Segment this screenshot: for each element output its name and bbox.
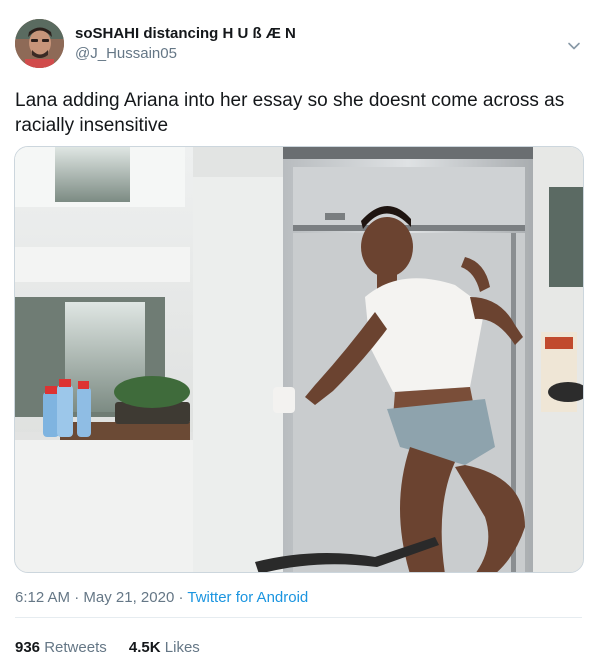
chevron-down-icon[interactable] <box>566 38 582 54</box>
likes-label: Likes <box>164 639 200 656</box>
likes-stat[interactable]: 4.5K Likes <box>129 638 200 658</box>
media-image <box>15 147 583 572</box>
tweet-date[interactable]: May 21, 2020 <box>83 589 174 606</box>
author-display-name[interactable]: soSHAHI distancing H U ß Æ N <box>75 24 296 44</box>
avatar-image <box>15 19 64 68</box>
avatar[interactable] <box>15 19 64 68</box>
author-handle[interactable]: @J_Hussain05 <box>75 44 296 64</box>
retweets-label: Retweets <box>44 639 107 656</box>
tweet-meta: 6:12 AM · May 21, 2020 · Twitter for And… <box>15 588 308 608</box>
retweets-stat[interactable]: 936 Retweets <box>15 638 107 658</box>
meta-separator: · <box>74 589 80 606</box>
tweet-stats: 936 Retweets 4.5K Likes <box>15 638 218 658</box>
retweets-count: 936 <box>15 639 41 656</box>
meta-separator: · <box>178 589 184 606</box>
tweet-text: Lana adding Ariana into her essay so she… <box>15 90 565 136</box>
tweet-source-link[interactable]: Twitter for Android <box>187 589 308 606</box>
tweet-card: soSHAHI distancing H U ß Æ N @J_Hussain0… <box>0 0 597 669</box>
divider <box>15 617 582 618</box>
author-names: soSHAHI distancing H U ß Æ N @J_Hussain0… <box>75 24 296 64</box>
tweet-header: soSHAHI distancing H U ß Æ N @J_Hussain0… <box>15 14 582 70</box>
tweet-time[interactable]: 6:12 AM <box>15 589 70 606</box>
likes-count: 4.5K <box>128 639 161 656</box>
tweet-media[interactable] <box>14 146 584 573</box>
